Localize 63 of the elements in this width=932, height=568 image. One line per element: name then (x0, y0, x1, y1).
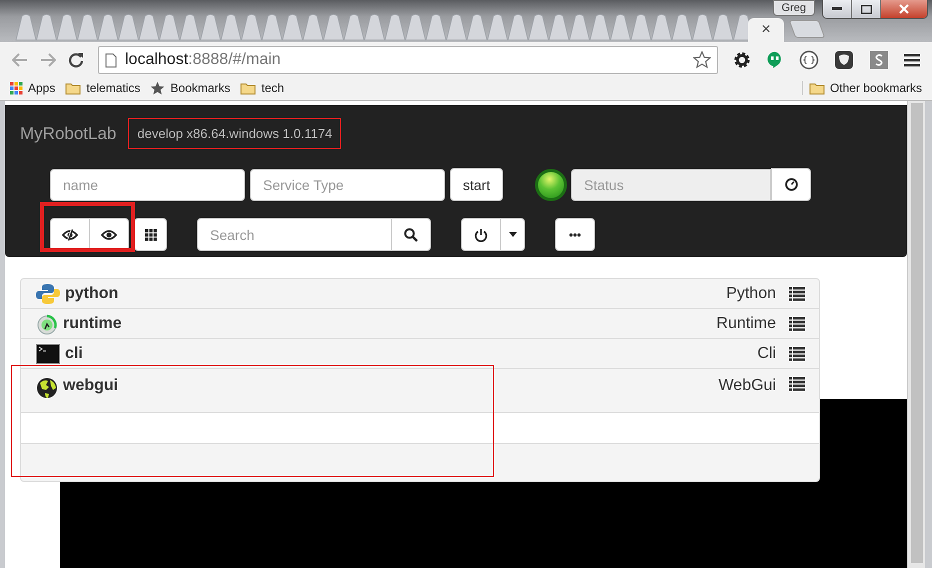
terminal-icon (36, 344, 60, 364)
bookmark-item[interactable]: Other bookmarks (802, 81, 922, 95)
list-icon[interactable] (789, 316, 805, 330)
folder-icon (240, 82, 256, 94)
chat-bubble-icon[interactable] (766, 51, 784, 69)
power-button[interactable] (461, 218, 501, 251)
list-icon[interactable] (789, 377, 805, 391)
more-button[interactable] (555, 218, 595, 251)
eye-slash-icon (62, 228, 78, 240)
braces-icon[interactable] (799, 50, 819, 70)
list-icon[interactable] (789, 286, 805, 300)
maximize-button[interactable] (852, 0, 881, 18)
service-row[interactable]: runtime Runtime (21, 309, 819, 339)
page-icon (105, 52, 117, 68)
maximize-icon (860, 4, 872, 14)
ellipsis-icon (569, 232, 581, 236)
show-button[interactable] (89, 218, 129, 251)
grid-view-button[interactable] (134, 218, 167, 251)
status-field: Status (571, 168, 771, 200)
address-bar[interactable]: localhost:8888/#/main (98, 46, 718, 74)
caret-icon (508, 232, 516, 237)
minimize-icon (832, 7, 842, 11)
gauge-icon (784, 178, 798, 191)
eye-icon (101, 228, 117, 240)
shield-icon[interactable] (834, 50, 854, 70)
minimize-button[interactable] (823, 0, 852, 18)
search-button[interactable] (391, 218, 431, 251)
star-icon (150, 80, 166, 96)
service-row[interactable]: python Python (21, 279, 819, 309)
close-button[interactable] (881, 0, 927, 18)
bookmark-item[interactable]: telematics (65, 81, 140, 95)
bookmark-item[interactable]: Apps (10, 81, 56, 95)
version-label: develop x86.64.windows 1.0.1174 (128, 118, 342, 149)
list-icon[interactable] (789, 346, 805, 360)
status-light-icon (535, 168, 567, 200)
search-field[interactable]: Search (197, 218, 392, 251)
extension-icon[interactable] (869, 50, 889, 70)
dropdown-button[interactable] (500, 218, 525, 251)
dashboard-button[interactable] (771, 168, 811, 201)
brand-label[interactable]: MyRobotLab (20, 124, 116, 144)
search-icon (404, 228, 418, 242)
folder-icon (808, 82, 825, 94)
apps-grid-icon (10, 82, 23, 94)
browser-tab[interactable]: × (748, 18, 784, 42)
scrollbar[interactable] (907, 101, 925, 568)
start-button[interactable]: start (450, 168, 503, 201)
bookmark-item[interactable]: tech (240, 81, 284, 95)
bookmark-item[interactable]: Bookmarks (150, 80, 230, 96)
power-icon (474, 228, 488, 242)
close-icon (899, 4, 909, 14)
reload-icon[interactable] (68, 52, 84, 68)
menu-icon[interactable] (904, 53, 920, 67)
folder-icon (65, 82, 82, 94)
globe-icon (36, 377, 58, 399)
service-type-field[interactable]: Service Type (250, 168, 445, 200)
stopwatch-icon (36, 312, 58, 334)
profile-button[interactable]: Greg (772, 0, 815, 16)
name-field[interactable]: name (50, 168, 245, 200)
grid-icon (144, 228, 156, 240)
settings-icon[interactable] (733, 51, 751, 69)
star-icon[interactable] (693, 51, 711, 69)
service-row[interactable]: cli Cli (21, 339, 819, 369)
python-logo-icon (36, 284, 60, 304)
